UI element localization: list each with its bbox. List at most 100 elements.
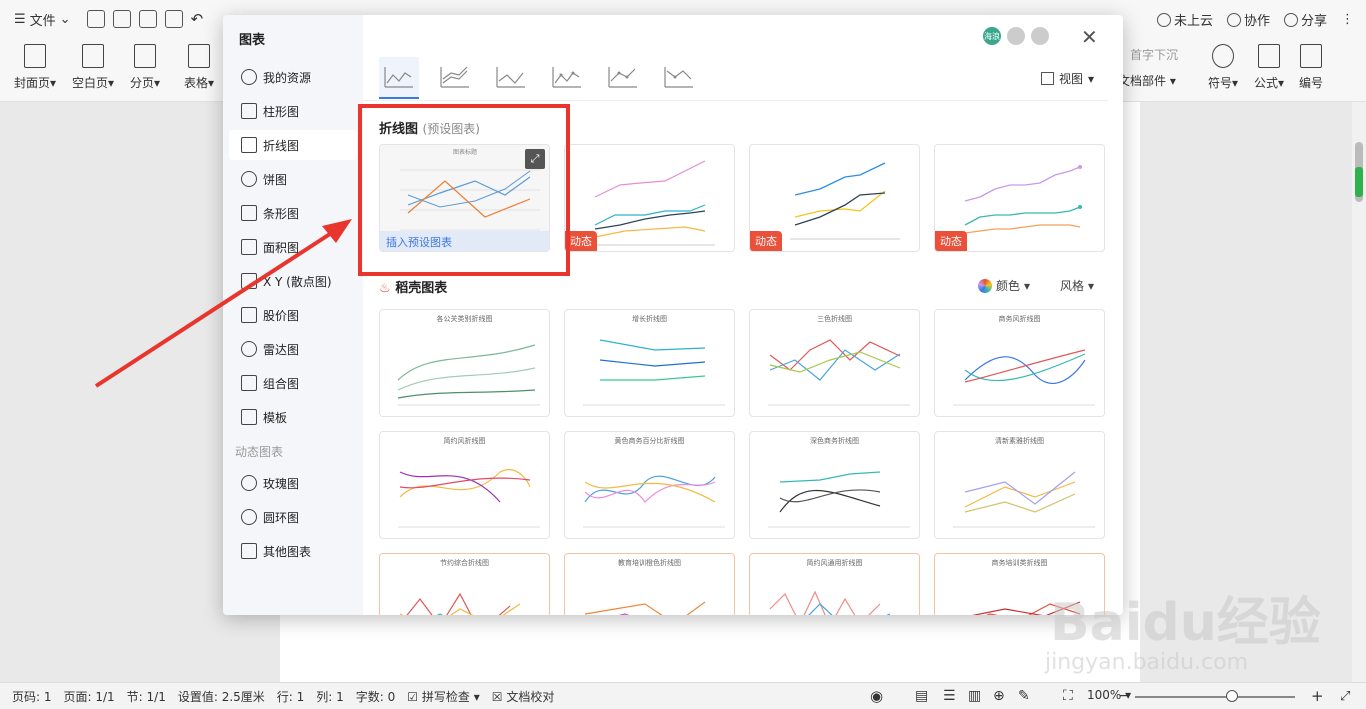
template-card[interactable]: 商务培训类折线图	[934, 553, 1105, 615]
template-series-line	[808, 603, 891, 615]
nav-area-chart[interactable]: 面积图	[229, 232, 357, 262]
template-card[interactable]: 教育培训橙色折线图	[564, 553, 735, 615]
dynamic-badge: 动态	[565, 231, 597, 251]
template-thumbnail	[971, 601, 1081, 615]
tab-line-5[interactable]	[603, 57, 643, 99]
hamburger-icon: ☰	[14, 11, 26, 27]
more-icon[interactable]: ⋮	[1341, 12, 1354, 27]
fit-page-icon[interactable]: ⛶	[1063, 688, 1073, 704]
preset-chart-card-2[interactable]: 动态	[564, 144, 735, 252]
numbering-button[interactable]: 编号	[1284, 44, 1338, 91]
close-icon[interactable]: ✕	[1081, 25, 1098, 49]
template-series-line	[769, 590, 881, 615]
page-view-icon[interactable]: ▤	[915, 688, 928, 704]
template-card[interactable]: 深色商务折线图	[749, 431, 920, 539]
proofread-button[interactable]: ☒ 文档校对	[492, 688, 555, 705]
read-view-icon[interactable]: ▥	[968, 688, 981, 704]
fullscreen-icon[interactable]: ⤢	[1340, 689, 1350, 704]
template-series-line	[584, 601, 706, 615]
nav-stock[interactable]: 股价图	[229, 300, 357, 330]
nav-horizontal-bar[interactable]: 条形图	[229, 198, 357, 228]
rose-icon	[241, 475, 257, 491]
avatar[interactable]: 海浪	[983, 27, 1001, 45]
nav-radar[interactable]: 雷达图	[229, 334, 357, 364]
nav-bar-chart[interactable]: 柱形图	[229, 96, 357, 126]
template-card[interactable]: 简约风通用折线图	[749, 553, 920, 615]
color-dropdown[interactable]: 颜色 ▾	[978, 277, 1030, 294]
chart-dialog: 图表 我的资源 柱形图 折线图 饼图 条形图 面积图 X Y (散点图) 股价图…	[223, 15, 1123, 615]
nav-donut[interactable]: 圆环图	[229, 502, 357, 532]
save-icon[interactable]	[86, 10, 105, 28]
template-card[interactable]: 增长折线图	[564, 309, 735, 417]
eye-icon[interactable]: ◉	[870, 687, 883, 705]
nav-pie-chart[interactable]: 饼图	[229, 164, 357, 194]
word-count[interactable]: 字数: 0	[356, 688, 396, 705]
nav-template[interactable]: 模板	[229, 402, 357, 432]
combo-icon	[241, 375, 257, 391]
nav-rose[interactable]: 玫瑰图	[229, 468, 357, 498]
tab-line-1[interactable]	[379, 57, 419, 99]
nav-line-chart[interactable]: 折线图	[229, 130, 357, 160]
preview-icon[interactable]	[164, 10, 183, 28]
nav-my-resources[interactable]: 我的资源	[229, 62, 357, 92]
pen-icon[interactable]: ✎	[1018, 688, 1030, 704]
zoom-out-icon[interactable]: −	[1118, 688, 1130, 704]
insert-preset-button[interactable]: 插入预设图表	[380, 231, 549, 251]
page-count: 页面: 1/1	[63, 689, 115, 704]
zoom-knob[interactable]	[1226, 690, 1238, 702]
spell-check-button[interactable]: ☑ 拼写检查 ▾	[407, 688, 479, 705]
template-series-line	[769, 349, 901, 381]
template-card[interactable]: 清新素雅折线图	[934, 431, 1105, 539]
share-button[interactable]: 分享	[1283, 10, 1327, 29]
vertical-scrollbar[interactable]	[1352, 102, 1366, 682]
template-card[interactable]: 黄色商务百分比折线图	[564, 431, 735, 539]
template-card[interactable]: 节约综合折线图	[379, 553, 550, 615]
template-thumbnail	[399, 592, 521, 615]
print-icon[interactable]	[138, 10, 157, 28]
cover-page-button[interactable]: 封面页▾	[8, 44, 62, 91]
nav-scatter[interactable]: X Y (散点图)	[229, 266, 357, 296]
setting-value: 设置值: 2.5厘米	[177, 689, 265, 704]
zoom-slider[interactable]	[1135, 696, 1295, 698]
tab-line-3[interactable]	[491, 57, 531, 99]
undo-icon[interactable]: ↶	[191, 10, 204, 28]
preset-chart-card-1[interactable]: 图表标题 ⤢ 插入预设图表	[379, 144, 550, 252]
page-break-button[interactable]: 分页▾	[118, 44, 172, 91]
cloud-status[interactable]: 未上云	[1156, 10, 1213, 29]
preset-chart-card-3[interactable]: 动态	[749, 144, 920, 252]
template-card[interactable]: 商务风折线图	[934, 309, 1105, 417]
page-number[interactable]: 页码: 1	[12, 688, 52, 705]
file-menu[interactable]: ☰ 文件 ⌄	[0, 10, 71, 29]
outline-view-icon[interactable]: ☰	[943, 688, 956, 704]
zoom-in-icon[interactable]: +	[1311, 687, 1324, 705]
vip-icon	[1007, 27, 1025, 45]
nav-other-charts[interactable]: 其他图表	[229, 536, 357, 566]
coin-icon	[1031, 27, 1049, 45]
tab-line-6[interactable]	[659, 57, 699, 99]
template-card[interactable]: 简约风折线图	[379, 431, 550, 539]
view-dropdown[interactable]: 视图 ▾	[1041, 70, 1094, 87]
dialog-title: 图表	[239, 33, 266, 48]
expand-icon[interactable]: ⤢	[525, 149, 545, 169]
tab-line-4[interactable]	[547, 57, 587, 99]
cover-page-icon	[24, 44, 46, 68]
dynamic-badge: 动态	[935, 231, 967, 251]
share-icon	[1283, 12, 1298, 27]
doc-parts-button[interactable]: 文档部件 ▾	[1118, 72, 1176, 89]
preset-chart-card-4[interactable]: 动态	[934, 144, 1105, 252]
export-icon[interactable]	[112, 10, 131, 28]
collaborate-button[interactable]: 协作	[1226, 10, 1270, 29]
template-thumbnail	[769, 590, 891, 615]
template-card[interactable]: 三色折线图	[749, 309, 920, 417]
template-series-line	[769, 339, 901, 371]
drop-cap-button[interactable]: 首字下沉	[1130, 46, 1178, 63]
bar-chart-icon	[241, 103, 257, 119]
nav-combo[interactable]: 组合图	[229, 368, 357, 398]
web-view-icon[interactable]: ⊕	[993, 688, 1005, 704]
tab-line-2[interactable]	[435, 57, 475, 99]
blank-page-button[interactable]: 空白页▾	[66, 44, 120, 91]
dynamic-section-label: 动态图表	[235, 445, 284, 459]
table-button[interactable]: 表格▾	[172, 44, 226, 91]
template-card[interactable]: 各公关类别折线图	[379, 309, 550, 417]
style-dropdown[interactable]: 风格 ▾	[1060, 277, 1094, 294]
